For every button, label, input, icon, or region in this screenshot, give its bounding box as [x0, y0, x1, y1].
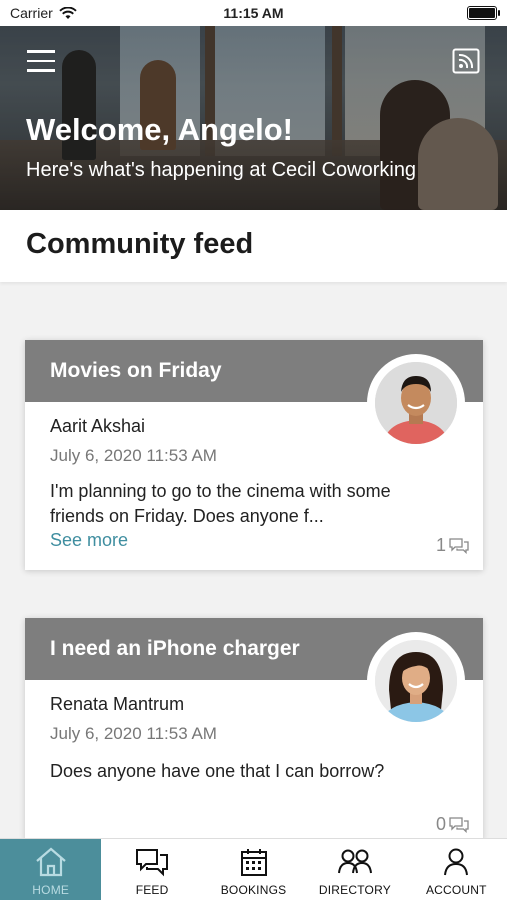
- comment-count-value: 1: [435, 535, 446, 555]
- welcome-heading: Welcome, Angelo!: [26, 112, 293, 147]
- tab-label: HOME: [32, 883, 70, 897]
- calendar-icon: [240, 849, 267, 876]
- avatar[interactable]: [367, 632, 465, 730]
- status-bar: Carrier 11:15 AM: [0, 0, 507, 26]
- person-icon: [444, 848, 469, 876]
- people-icon: [337, 849, 372, 874]
- cast-icon[interactable]: [452, 48, 480, 74]
- comment-count[interactable]: 1: [436, 535, 469, 556]
- comment-count[interactable]: 0: [436, 814, 469, 835]
- post-author: Aarit Akshai: [50, 416, 146, 436]
- home-icon: [35, 847, 66, 877]
- tab-account[interactable]: ACCOUNT: [406, 839, 507, 900]
- see-more-link[interactable]: See more: [50, 530, 128, 551]
- carrier-label: Carrier: [10, 5, 53, 21]
- page-title: Community feed: [26, 228, 254, 260]
- tab-label: DIRECTORY: [318, 883, 391, 897]
- menu-button[interactable]: [27, 50, 55, 72]
- wifi-icon: [59, 6, 77, 19]
- avatar[interactable]: [367, 354, 465, 452]
- tab-label: BOOKINGS: [220, 883, 287, 897]
- post-date: July 6, 2020 11:53 AM: [50, 446, 217, 465]
- post-card[interactable]: I need an iPhone charger Renata Mantrum …: [25, 618, 483, 840]
- chat-icon: [136, 849, 169, 877]
- post-author: Renata Mantrum: [50, 694, 185, 714]
- tab-label: ACCOUNT: [425, 883, 487, 897]
- comment-icon: [449, 537, 469, 554]
- tab-bar: HOME FEED BOOKINGS DIRECTORY ACCOUNT: [0, 838, 507, 900]
- comment-icon: [449, 816, 469, 833]
- tab-home[interactable]: HOME: [0, 839, 102, 900]
- post-body: Does anyone have one that I can borrow?: [50, 761, 385, 781]
- post-card[interactable]: Movies on Friday Aarit Akshai July 6, 20…: [25, 340, 483, 570]
- comment-count-value: 0: [435, 814, 446, 834]
- tab-bookings[interactable]: BOOKINGS: [203, 839, 304, 900]
- post-body: I'm planning to go to the cinema with so…: [50, 481, 391, 526]
- tab-feed[interactable]: FEED: [101, 839, 202, 900]
- post-date: July 6, 2020 11:53 AM: [50, 724, 217, 743]
- welcome-subtitle: Here's what's happening at Cecil Coworki…: [26, 159, 417, 181]
- tab-directory[interactable]: DIRECTORY: [304, 839, 405, 900]
- tab-label: FEED: [135, 883, 169, 897]
- battery-icon: [467, 6, 500, 20]
